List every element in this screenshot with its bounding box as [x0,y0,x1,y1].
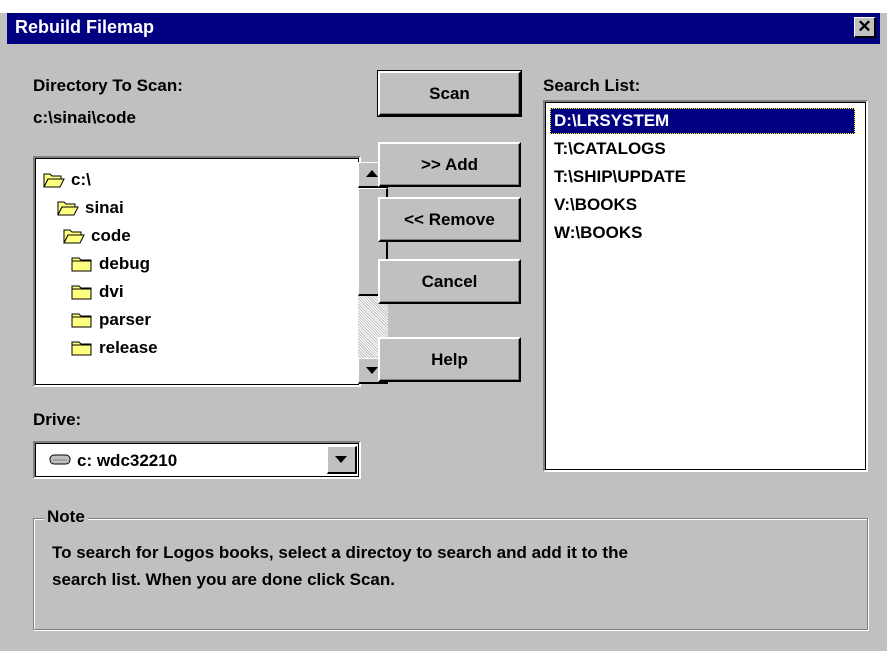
current-directory-path: c:\sinai\code [33,108,136,127]
folder-closed-icon [71,283,93,301]
note-groupbox: Note To search for Logos books, select a… [33,507,868,630]
add-button[interactable]: >> Add [378,142,521,187]
directory-to-scan-label: Directory To Scan: [33,76,183,96]
folder-open-icon [43,171,65,189]
search-list-label: Search List: [543,76,641,95]
tree-item[interactable]: sinai [57,194,124,222]
tree-item-label: code [91,226,131,245]
cancel-button[interactable]: Cancel [378,259,521,304]
list-item-selected[interactable]: D:\LRSYSTEM [550,108,855,134]
folder-closed-icon [71,339,93,357]
background-page-fragment [0,0,887,13]
folder-open-icon [63,227,85,245]
tree-item-label: c:\ [71,170,91,189]
title-bar[interactable]: Rebuild Filemap ✕ [7,13,880,44]
list-item[interactable]: T:\CATALOGS [550,136,670,162]
drive-value-text: c: wdc32210 [77,451,178,470]
drive-label: Drive: [33,410,82,429]
note-text: To search for Logos books, select a dire… [52,539,852,593]
list-item[interactable]: T:\SHIP\UPDATE [550,164,690,190]
search-list[interactable]: D:\LRSYSTEM T:\CATALOGS T:\SHIP\UPDATE V… [543,100,868,472]
folder-open-icon [57,199,79,217]
help-button[interactable]: Help [378,337,521,382]
list-item[interactable]: V:\BOOKS [550,192,641,218]
tree-item-label: debug [99,254,150,273]
tree-item-label: parser [99,310,151,329]
list-item[interactable]: W:\BOOKS [550,220,646,246]
note-line-1: To search for Logos books, select a dire… [52,543,628,562]
note-line-2: search list. When you are done click Sca… [52,570,395,589]
tree-item[interactable]: dvi [71,278,124,306]
tree-item-label: release [99,338,158,357]
folder-closed-icon [71,311,93,329]
folder-closed-icon [71,255,93,273]
tree-item[interactable]: c:\ [43,166,91,194]
drive-dropdown-button[interactable] [327,446,357,474]
window-title: Rebuild Filemap [15,17,155,37]
drive-select[interactable]: c: wdc32210 [33,441,361,479]
tree-item-label: sinai [85,198,124,217]
hard-drive-icon [49,452,71,471]
remove-button[interactable]: << Remove [378,197,521,242]
tree-item[interactable]: parser [71,306,151,334]
rebuild-filemap-dialog: Rebuild Filemap ✕ Directory To Scan: c:\… [0,0,887,651]
chevron-down-icon [335,456,347,463]
tree-item-selected[interactable]: code [63,222,131,250]
tree-item[interactable]: debug [71,250,150,278]
note-title: Note [44,507,88,527]
directory-label-text: Directory To Scan: [33,76,183,95]
tree-item-label: dvi [99,282,124,301]
scan-button[interactable]: Scan [377,70,522,117]
directory-tree[interactable]: c:\ sinai code debug dvi parser release [33,156,388,387]
tree-item[interactable]: release [71,334,158,362]
close-icon: ✕ [857,17,872,36]
close-button[interactable]: ✕ [854,17,876,38]
drive-selected-value: c: wdc32210 [49,451,177,471]
